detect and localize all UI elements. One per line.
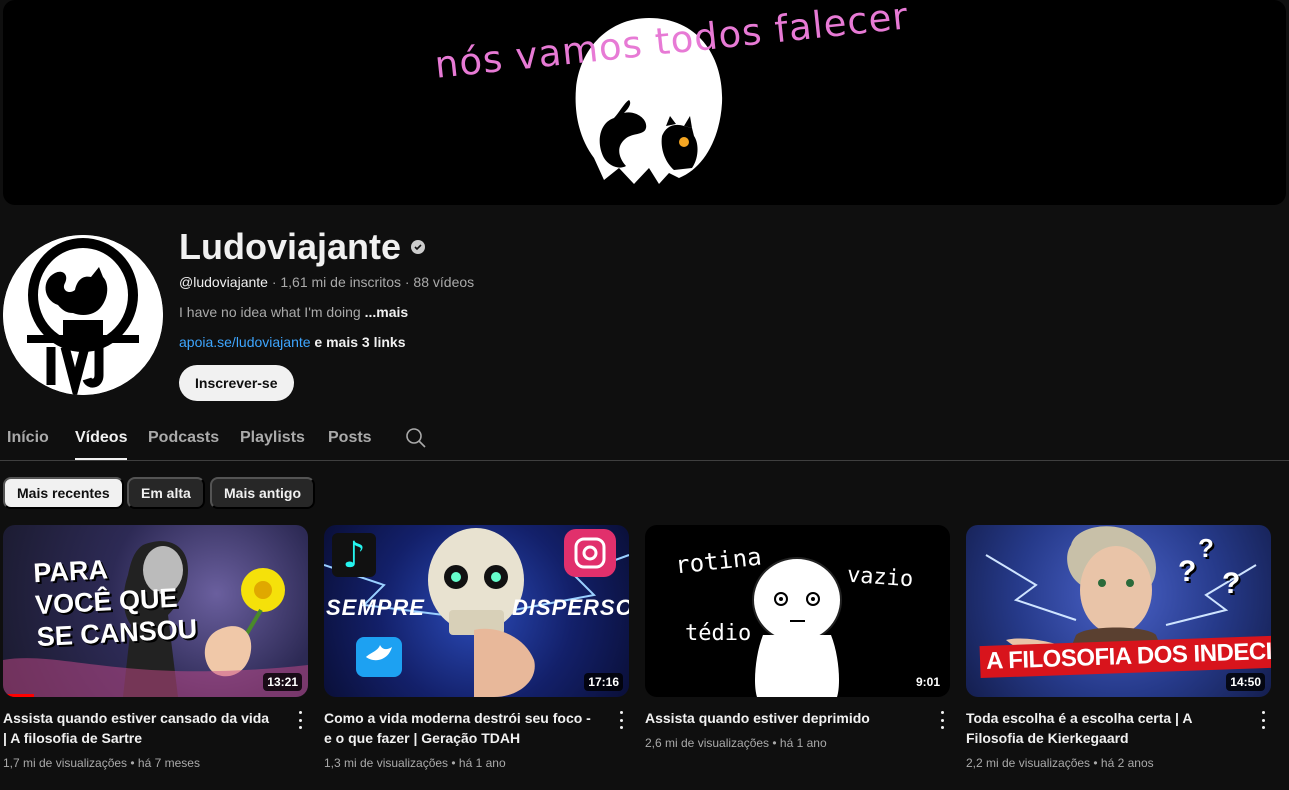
- tab-podcasts[interactable]: Podcasts: [148, 429, 219, 447]
- tab-home[interactable]: Início: [7, 429, 49, 447]
- video-duration: 17:16: [584, 673, 623, 691]
- channel-links: apoia.se/ludoviajante e mais 3 links: [179, 334, 406, 350]
- channel-tabs: Início Vídeos Podcasts Playlists Posts: [0, 412, 1289, 461]
- thumbnail-text-line: SEMPRE: [326, 595, 425, 620]
- description-more-link[interactable]: ...mais: [365, 304, 409, 320]
- video-meta: 1,3 mi de visualizações • há 1 ano: [324, 756, 506, 770]
- chip-latest[interactable]: Mais recentes: [3, 477, 124, 509]
- video-card[interactable]: ? ? ? A FILOSOFIA DOS INDECISOS 14:50 To…: [966, 525, 1271, 770]
- channel-page: nós vamos todos falecer Ludoviajante @lu…: [0, 0, 1289, 790]
- video-card[interactable]: ♪ SEMPRE DISPERSO 17:16 Como a vida mode…: [324, 525, 629, 770]
- thumbnail-question-mark: ?: [1178, 555, 1197, 588]
- watch-progress-bar: [3, 694, 34, 697]
- channel-description[interactable]: I have no idea what I'm doing ...mais: [179, 304, 408, 320]
- channel-title: Ludoviajante: [179, 226, 426, 268]
- more-vert-icon[interactable]: [296, 711, 304, 729]
- video-thumbnail[interactable]: ♪ SEMPRE DISPERSO 17:16: [324, 525, 629, 697]
- channel-handle: @ludoviajante: [179, 274, 268, 290]
- more-vert-icon[interactable]: [1259, 711, 1267, 729]
- video-title[interactable]: Assista quando estiver cansado da vida |…: [3, 708, 273, 748]
- video-card[interactable]: rotina vazio tédio 9:01 Assista quando e…: [645, 525, 950, 750]
- tab-posts[interactable]: Posts: [328, 429, 372, 447]
- channel-avatar[interactable]: [3, 235, 163, 395]
- video-meta: 1,7 mi de visualizações • há 7 meses: [3, 756, 200, 770]
- video-duration: 14:50: [1226, 673, 1265, 691]
- video-thumbnail[interactable]: rotina vazio tédio 9:01: [645, 525, 950, 697]
- video-card[interactable]: PARA VOCÊ QUE SE CANSOU 13:21 Assista qu…: [3, 525, 308, 770]
- chip-popular[interactable]: Em alta: [127, 477, 205, 509]
- avatar-logo: [3, 235, 163, 395]
- subscribe-button[interactable]: Inscrever-se: [179, 365, 294, 401]
- video-duration: 9:01: [911, 673, 944, 691]
- video-meta: 2,2 mi de visualizações • há 2 anos: [966, 756, 1154, 770]
- tab-videos[interactable]: Vídeos: [75, 429, 128, 460]
- external-link[interactable]: apoia.se/ludoviajante: [179, 334, 311, 350]
- video-title[interactable]: Como a vida moderna destrói seu foco - e…: [324, 708, 594, 748]
- thumbnail-text-line: DISPERSO: [512, 595, 629, 620]
- video-title[interactable]: Toda escolha é a escolha certa | A Filos…: [966, 708, 1236, 748]
- tab-playlists[interactable]: Playlists: [240, 429, 305, 447]
- video-thumbnail[interactable]: PARA VOCÊ QUE SE CANSOU 13:21: [3, 525, 308, 697]
- svg-text:♪: ♪: [343, 535, 366, 576]
- description-text: I have no idea what I'm doing: [179, 304, 365, 320]
- thumbnail-text-line: vazio: [846, 562, 915, 593]
- thumbnail-text-line: tédio: [685, 621, 752, 646]
- channel-stats: · 1,61 mi de inscritos · 88 vídeos: [267, 274, 475, 290]
- video-thumbnail[interactable]: ? ? ? A FILOSOFIA DOS INDECISOS 14:50: [966, 525, 1271, 697]
- chip-oldest[interactable]: Mais antigo: [210, 477, 316, 509]
- thumbnail-question-mark: ?: [1198, 533, 1214, 563]
- channel-meta: @ludoviajante · 1,61 mi de inscritos · 8…: [179, 274, 474, 290]
- verified-check-icon: [411, 240, 426, 254]
- channel-banner: nós vamos todos falecer: [3, 0, 1286, 205]
- video-duration: 13:21: [263, 673, 302, 691]
- video-meta: 2,6 mi de visualizações • há 1 ano: [645, 736, 827, 750]
- more-vert-icon[interactable]: [938, 711, 946, 729]
- more-links-button[interactable]: e mais 3 links: [311, 334, 405, 350]
- more-vert-icon[interactable]: [617, 711, 625, 729]
- video-title[interactable]: Assista quando estiver deprimido: [645, 708, 915, 728]
- thumbnail-question-mark: ?: [1222, 567, 1241, 600]
- search-icon[interactable]: [405, 427, 427, 449]
- channel-name-text: Ludoviajante: [179, 226, 402, 267]
